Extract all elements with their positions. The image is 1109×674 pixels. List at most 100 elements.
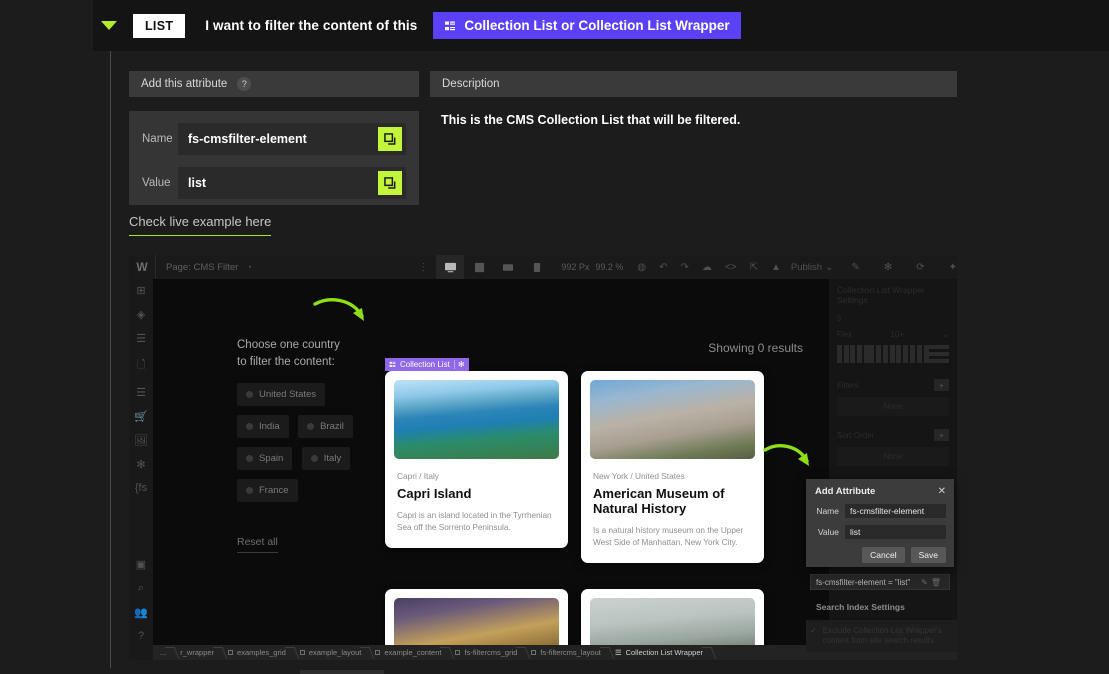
navigator-icon[interactable]: ☰	[136, 332, 146, 345]
right-panel-title: Collection List Wrapper Settings	[837, 285, 925, 305]
breadcrumb-item[interactable]: example_layout	[293, 645, 369, 660]
copy-icon[interactable]	[378, 171, 402, 195]
add-sort-button[interactable]: +	[934, 429, 949, 441]
gear-icon[interactable]: ✻	[884, 262, 892, 273]
breadcrumb-item[interactable]: fs-filtercms_grid	[448, 645, 524, 660]
code-icon[interactable]: <>	[725, 262, 737, 273]
page-name-label[interactable]: Page: CMS Filter	[166, 262, 238, 273]
finsweet-icon[interactable]: {fs	[135, 482, 147, 494]
filter-chip-united-states[interactable]: United States	[237, 383, 326, 406]
publish-button[interactable]: Publish	[791, 262, 822, 273]
modal-value-row: Value list	[806, 525, 954, 539]
redo-icon[interactable]: ↷	[681, 262, 689, 273]
check-icon[interactable]: ✓	[810, 626, 817, 646]
collection-list-icon	[445, 21, 456, 30]
modal-name-input[interactable]: fs-cmsfilter-element	[845, 504, 946, 518]
collection-item-card[interactable]: New York / United States American Museum…	[581, 371, 764, 563]
cancel-button[interactable]: Cancel	[862, 547, 905, 563]
webflow-logo: W	[136, 260, 148, 274]
zoom-level-label[interactable]: 99.2 %	[595, 262, 623, 272]
layout-preset-5col[interactable]	[895, 345, 929, 363]
modal-value-input[interactable]: list	[845, 525, 946, 539]
attribute-pill[interactable]: fs-cmsfilter-element = "list" ✎🗑	[810, 574, 950, 590]
results-count: Showing 0 results	[708, 341, 803, 355]
live-example-link[interactable]: Check live example here	[129, 214, 272, 236]
description-text: This is the CMS Collection List that wil…	[441, 113, 741, 127]
attribute-name-value: fs-cmsfilter-element	[188, 132, 307, 146]
filter-chip-italy[interactable]: Italy	[301, 447, 351, 470]
attribute-name-row: Name fs-cmsfilter-element	[142, 123, 406, 155]
help-icon[interactable]: ?	[138, 630, 144, 642]
attribute-pill-tools[interactable]: ✎🗑	[921, 578, 944, 587]
attribute-name-field[interactable]: fs-cmsfilter-element	[178, 123, 406, 155]
filter-chip-spain[interactable]: Spain	[237, 447, 293, 470]
chevron-down-icon[interactable]: ⌄	[825, 262, 833, 273]
add-element-icon[interactable]: ⊞	[136, 284, 145, 297]
attribute-value-field[interactable]: list	[178, 167, 406, 199]
chip-label: India	[259, 421, 280, 432]
copy-icon[interactable]	[378, 127, 402, 151]
square-icon	[228, 650, 234, 655]
help-circle-icon[interactable]: ◍	[637, 262, 646, 273]
desktop-icon[interactable]	[436, 255, 465, 279]
reset-all-link[interactable]: Reset all	[237, 536, 278, 553]
webflow-designer-screenshot: W Page: CMS Filter ◔ ⋮ 992 Px 99.2 % ◍ ↶…	[129, 255, 957, 660]
mobile-landscape-icon[interactable]	[494, 255, 522, 279]
filter-chip-france[interactable]: France	[237, 479, 298, 502]
breadcrumb-item[interactable]: ...	[153, 645, 173, 660]
capri-coast-photo	[394, 380, 559, 459]
collection-list-selection-badge[interactable]: Collection List ✻	[385, 358, 469, 371]
components-icon[interactable]: ◈	[137, 308, 145, 321]
breadcrumb-item[interactable]: r_wrapper	[173, 645, 221, 660]
video-icon[interactable]: ▣	[136, 558, 146, 571]
collection-item-card[interactable]: Capri / Italy Capri Island Capri is an i…	[385, 371, 568, 548]
caret-down-icon[interactable]	[101, 21, 117, 30]
mobile-icon[interactable]	[523, 255, 551, 279]
breadcrumb-item[interactable]: examples_grid	[221, 645, 293, 660]
chevron-down-icon[interactable]: ⌄	[942, 330, 949, 339]
cms-icon[interactable]: ☰	[136, 386, 146, 399]
help-icon[interactable]: ?	[237, 77, 252, 91]
layout-preset-3col[interactable]	[849, 345, 869, 363]
gear-icon[interactable]: ✻	[453, 360, 465, 369]
users-icon[interactable]: 👥	[134, 606, 148, 619]
interactions-icon[interactable]: ⟳	[916, 262, 924, 273]
vertical-dots-icon[interactable]: ⋮	[418, 262, 428, 273]
tablet-icon[interactable]	[465, 255, 493, 279]
search-index-row[interactable]: ✓ Exclude Collection List Wrapper's cont…	[806, 620, 958, 652]
breadcrumb-item[interactable]: example_content	[368, 645, 448, 660]
pages-icon[interactable]: 🗋	[137, 356, 146, 375]
chip-label: Spain	[259, 453, 284, 464]
share-icon[interactable]: ⇱	[750, 262, 758, 273]
history-icon[interactable]: ◔	[246, 262, 251, 272]
layout-value: 10+	[890, 330, 904, 339]
filter-chip-india[interactable]: India	[237, 415, 289, 438]
close-icon[interactable]: ✕	[938, 486, 946, 497]
comment-icon[interactable]: ☁	[702, 262, 712, 273]
assets-icon[interactable]: ✦	[949, 262, 957, 273]
breadcrumb-item[interactable]: fs-filtercms_layout	[524, 645, 607, 660]
layout-preset-rows[interactable]	[929, 345, 949, 363]
breadcrumb-item-active[interactable]: ☰ Collection List Wrapper	[608, 645, 710, 660]
collection-list-chip[interactable]: Collection List or Collection List Wrapp…	[433, 12, 741, 39]
layout-preset-4col[interactable]	[869, 345, 895, 363]
add-filter-button[interactable]: +	[934, 379, 949, 391]
undo-icon[interactable]: ↶	[659, 262, 667, 273]
pen-icon[interactable]: ✎	[851, 262, 859, 273]
filter-chip-brazil[interactable]: Brazil	[298, 415, 353, 438]
sort-label: Sort Order	[837, 430, 875, 440]
layout-row[interactable]: Flex 10+ ⌄	[837, 330, 949, 339]
assets-icon[interactable]: 🖼	[134, 434, 148, 447]
topbar-right-actions: ✎ ✻ ⟳ ✦	[851, 262, 957, 273]
settings-icon[interactable]: ✻	[136, 458, 145, 471]
badge-label: Collection List	[400, 360, 450, 369]
ecommerce-icon[interactable]: 🛒	[134, 410, 148, 423]
square-icon	[531, 650, 537, 655]
radio-icon	[307, 423, 315, 430]
rocket-icon[interactable]: ▲	[771, 262, 781, 273]
layout-preset-2col[interactable]	[837, 345, 849, 363]
save-button[interactable]: Save	[910, 547, 946, 563]
annotation-arrow-left	[313, 298, 364, 321]
search-icon[interactable]: ⌕	[138, 582, 144, 595]
sort-value: None	[837, 447, 949, 466]
